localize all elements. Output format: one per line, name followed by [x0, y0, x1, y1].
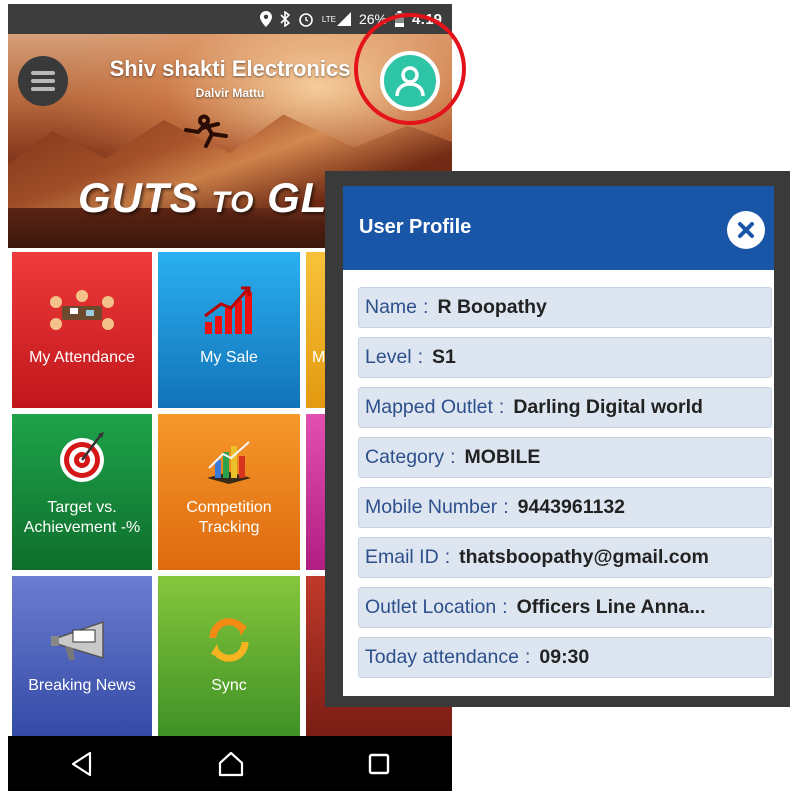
- tile-label: Competition Tracking: [186, 499, 272, 536]
- megaphone-news-icon: [51, 620, 104, 660]
- field-value: 09:30: [539, 646, 590, 668]
- network-type: LTE: [321, 14, 336, 24]
- tile-target-vs-achievement[interactable]: Target vs. Achievement -%: [12, 414, 152, 570]
- sync-icon: [209, 618, 249, 662]
- banner-slogan: GUTS TO GLO: [78, 174, 361, 222]
- bluetooth-icon: [280, 11, 290, 27]
- android-nav-bar: [8, 736, 452, 791]
- close-button[interactable]: [727, 211, 765, 249]
- field-label: Today attendance: [365, 646, 519, 668]
- profile-field-mobile-number: Mobile Number: 9443961132: [358, 487, 772, 528]
- field-value: Darling Digital world: [513, 396, 703, 418]
- meeting-icon: [50, 290, 114, 330]
- tile-sync[interactable]: Sync: [158, 576, 300, 736]
- user-profile-dialog: User Profile Name: R Boopathy Level: S1 …: [325, 171, 790, 707]
- banner-word-2: TO: [211, 186, 255, 219]
- location-icon: [259, 11, 272, 27]
- close-icon: [738, 222, 754, 238]
- alarm-icon: [298, 11, 314, 27]
- profile-field-email: Email ID: thatsboopathy@gmail.com: [358, 537, 772, 578]
- field-value: S1: [432, 346, 456, 368]
- field-label: Level: [365, 346, 412, 368]
- signal-icon: LTE: [322, 12, 351, 26]
- field-label: Email ID: [365, 546, 439, 568]
- field-value: R Boopathy: [437, 296, 547, 318]
- dialog-card: User Profile Name: R Boopathy Level: S1 …: [343, 186, 774, 696]
- profile-field-outlet-location: Outlet Location: Officers Line Anna...: [358, 587, 772, 628]
- tile-my-sale[interactable]: My Sale: [158, 252, 300, 408]
- tile-competition-tracking[interactable]: Competition Tracking: [158, 414, 300, 570]
- field-value: Officers Line Anna...: [516, 596, 706, 618]
- field-label: Mobile Number: [365, 496, 498, 518]
- back-icon[interactable]: [70, 751, 94, 777]
- dialog-title: User Profile: [359, 216, 472, 238]
- tile-label: My Sale: [200, 349, 258, 366]
- field-label: Category: [365, 446, 445, 468]
- profile-field-mapped-outlet: Mapped Outlet: Darling Digital world: [358, 387, 772, 428]
- tile-label: M: [312, 349, 326, 366]
- field-value: 9443961132: [517, 496, 626, 518]
- competition-chart-icon: [207, 441, 251, 484]
- dialog-header: User Profile: [343, 186, 774, 270]
- field-label: Outlet Location: [365, 596, 497, 618]
- tile-label: Target vs. Achievement -%: [23, 499, 141, 536]
- recents-icon[interactable]: [368, 753, 390, 775]
- profile-field-category: Category: MOBILE: [358, 437, 772, 478]
- field-value: thatsboopathy@gmail.com: [459, 546, 709, 568]
- field-value: MOBILE: [464, 446, 541, 468]
- profile-field-level: Level: S1: [358, 337, 772, 378]
- tile-label: My Attendance: [29, 349, 135, 366]
- highlight-circle-annotation: [354, 13, 466, 125]
- runner-silhouette: [184, 114, 228, 148]
- tile-label: Sync: [211, 677, 247, 694]
- banner-word-1: GUTS: [78, 174, 199, 221]
- profile-field-name: Name: R Boopathy: [358, 287, 772, 328]
- tile-label: Breaking News: [28, 677, 136, 694]
- tile-my-attendance[interactable]: My Attendance: [12, 252, 152, 408]
- field-label: Mapped Outlet: [365, 396, 493, 418]
- profile-field-today-attendance: Today attendance: 09:30: [358, 637, 772, 678]
- field-label: Name: [365, 296, 418, 318]
- bar-chart-growth-icon: [204, 286, 252, 334]
- target-icon: [60, 432, 104, 482]
- home-icon[interactable]: [217, 751, 245, 777]
- tile-breaking-news[interactable]: Breaking News: [12, 576, 152, 736]
